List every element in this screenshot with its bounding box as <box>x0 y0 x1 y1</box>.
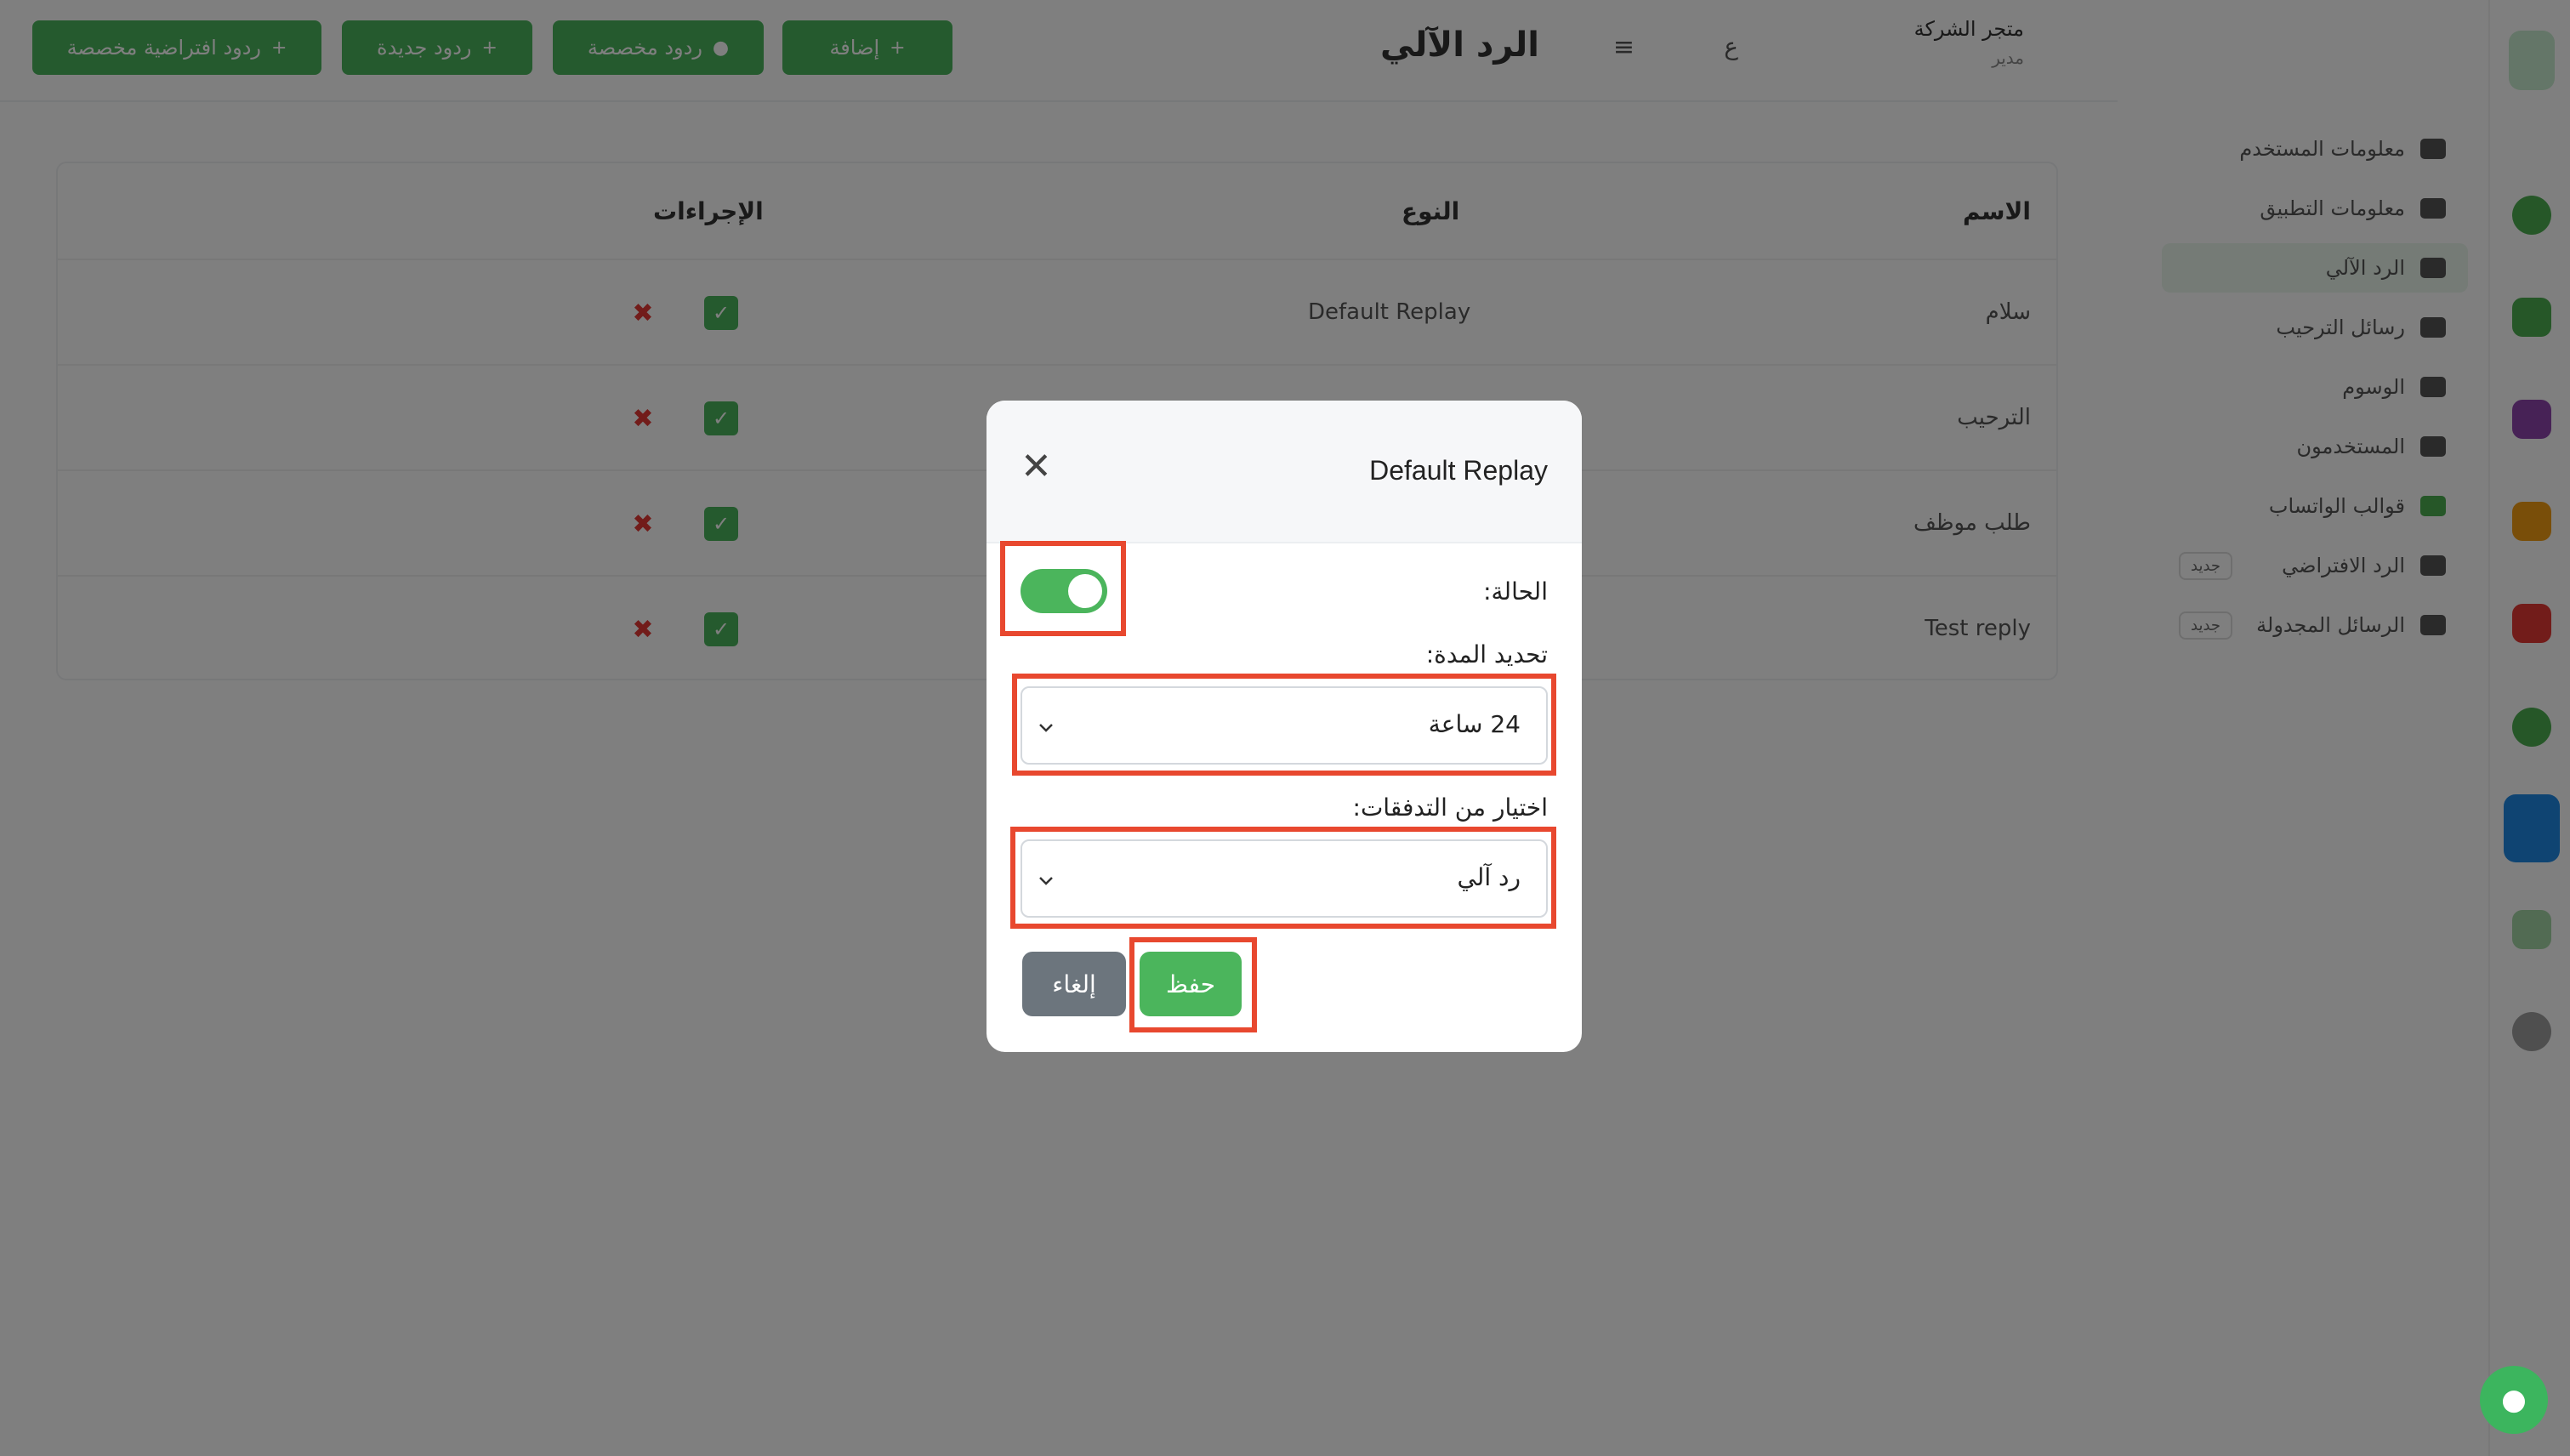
status-label: الحالة: <box>1483 577 1548 606</box>
close-icon[interactable]: ✕ <box>1021 448 1052 486</box>
highlight-box <box>1000 541 1126 636</box>
modal-title: Default Replay <box>1369 455 1548 486</box>
highlight-box <box>1012 674 1556 776</box>
modal-header: Default Replay ✕ <box>986 401 1582 543</box>
user-icon: ● <box>2501 1383 2527 1417</box>
user-support-button[interactable]: ● <box>2480 1366 2548 1434</box>
duration-label: تحديد المدة: <box>1425 640 1548 668</box>
highlight-box <box>1129 937 1257 1032</box>
highlight-box <box>1010 827 1556 929</box>
flow-label: اختيار من التدفقات: <box>1352 793 1548 822</box>
cancel-button[interactable]: إلغاء <box>1022 952 1126 1016</box>
